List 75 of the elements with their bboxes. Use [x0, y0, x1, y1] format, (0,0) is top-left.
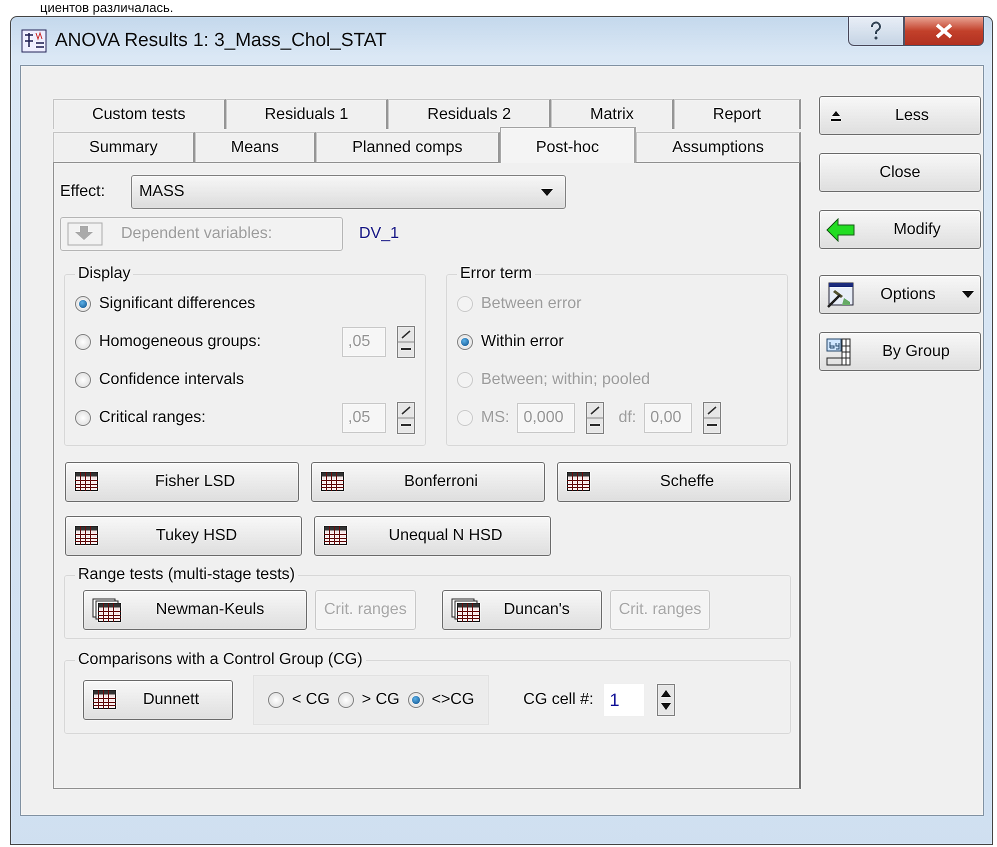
ms-label: MS:: [481, 409, 510, 427]
tab[interactable]: Custom tests: [53, 99, 226, 129]
stacked-table-icon: [92, 598, 122, 622]
tab[interactable]: Residuals 2: [388, 99, 552, 129]
window-title: ANOVA Results 1: 3_Mass_Chol_STAT: [55, 30, 387, 52]
close-icon: [935, 23, 953, 39]
table-icon: [320, 470, 346, 494]
radio-button[interactable]: [457, 334, 473, 350]
cg-cell-field[interactable]: 1: [604, 684, 644, 716]
test-button[interactable]: Scheffe: [557, 462, 791, 502]
radio-button[interactable]: [75, 296, 91, 312]
radio-button[interactable]: [75, 372, 91, 388]
effect-label: Effect:: [60, 183, 106, 201]
option-label[interactable]: Within error: [481, 333, 564, 351]
group-title: Error term: [459, 265, 533, 283]
test-button[interactable]: Newman-Keuls: [83, 590, 307, 630]
df-label: df:: [618, 409, 636, 427]
option-label[interactable]: Homogeneous groups:: [99, 333, 261, 351]
stacked-table-icon: [450, 598, 481, 622]
help-icon: [869, 21, 883, 41]
group-button[interactable]: By Group: [819, 332, 981, 371]
tab[interactable]: Planned comps: [316, 132, 500, 162]
dunnett-button[interactable]: Dunnett: [83, 680, 233, 720]
table-icon: [92, 688, 118, 712]
radio-button[interactable]: [338, 692, 354, 708]
radio-button[interactable]: [75, 334, 91, 350]
spinner-control[interactable]: [656, 684, 675, 716]
radio-button[interactable]: [75, 410, 91, 426]
option-label[interactable]: > CG: [362, 691, 400, 709]
tab[interactable]: Residuals 1: [226, 99, 388, 129]
tab[interactable]: Report: [674, 99, 802, 129]
spinner-control[interactable]: [397, 326, 415, 358]
dropdown-arrow-icon: [541, 188, 554, 196]
table-icon: [74, 524, 100, 548]
less-button[interactable]: Less: [819, 96, 981, 135]
cg-cell-label: CG cell #:: [523, 691, 594, 709]
table-icon: [74, 470, 100, 494]
radio-button[interactable]: [408, 692, 424, 708]
help-button[interactable]: [848, 16, 904, 46]
tab[interactable]: Post-hoc: [500, 127, 636, 163]
radio-button[interactable]: [268, 692, 284, 708]
test-button[interactable]: Duncan's: [442, 590, 602, 630]
group-title: Comparisons with a Control Group (CG): [77, 651, 364, 669]
group-title: Display: [77, 265, 132, 283]
tab[interactable]: Means: [194, 132, 316, 162]
import-icon: [67, 222, 103, 246]
option-label[interactable]: <>CG: [432, 691, 474, 709]
option-label[interactable]: Confidence intervals: [99, 371, 244, 389]
group-title: Range tests (multi-stage tests): [77, 566, 296, 584]
option-label[interactable]: < CG: [292, 691, 330, 709]
effect-dropdown[interactable]: MASS: [131, 175, 566, 209]
variable-value: DV_1: [359, 225, 400, 243]
spinner-control[interactable]: [703, 402, 722, 434]
left-arrow-icon: [826, 218, 856, 242]
dropdown-arrow-icon: [962, 291, 974, 298]
option-label[interactable]: Significant differences: [99, 295, 256, 313]
hammer-icon: [826, 282, 854, 308]
tab[interactable]: Matrix: [551, 99, 674, 129]
option-label[interactable]: Critical ranges:: [99, 409, 206, 427]
table-icon: [566, 470, 592, 494]
test-button[interactable]: Unequal N HSD: [314, 516, 551, 556]
spinner-control[interactable]: [397, 402, 415, 434]
app-icon: [21, 29, 47, 53]
tab[interactable]: Summary: [53, 132, 195, 162]
close-dialog-button[interactable]: Close: [819, 153, 981, 192]
options-button[interactable]: Options: [819, 275, 981, 314]
table-icon: [323, 524, 349, 548]
background-text: циентов различалась.: [40, 0, 174, 15]
test-button[interactable]: Tukey HSD: [65, 516, 302, 556]
modify-button[interactable]: Modify: [819, 210, 981, 249]
close-button[interactable]: [904, 16, 984, 46]
test-button[interactable]: Bonferroni: [311, 462, 545, 502]
tab[interactable]: Assumptions: [636, 132, 801, 162]
spinner-control[interactable]: [586, 402, 604, 434]
test-button[interactable]: Fisher LSD: [65, 462, 299, 502]
